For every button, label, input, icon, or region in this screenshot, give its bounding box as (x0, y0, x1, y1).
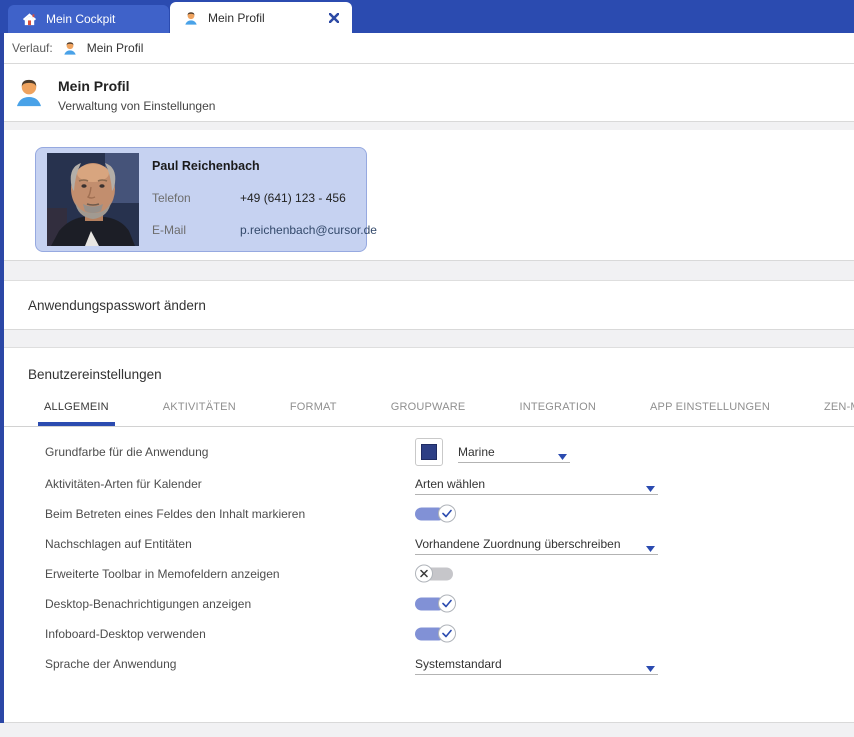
toggle-toolbar-memofelder[interactable] (415, 565, 461, 584)
settings-rows: Grundfarbe für die Anwendung Marine Akti… (0, 435, 854, 679)
password-section-header[interactable]: Anwendungspasswort ändern (0, 280, 854, 330)
tab-mein-cockpit[interactable]: Mein Cockpit (8, 5, 169, 33)
toggle-inhalt-markieren[interactable] (415, 505, 461, 524)
toggle-infoboard-desktop[interactable] (415, 625, 461, 644)
tab-label: Mein Profil (208, 11, 265, 25)
setting-label: Nachschlagen auf Entitäten (45, 537, 192, 551)
color-theme-select[interactable]: Marine (458, 441, 570, 463)
page-subtitle: Verwaltung von Einstellungen (58, 99, 215, 113)
color-swatch-button[interactable] (415, 438, 443, 466)
setting-row-sprache: Sprache der Anwendung Systemstandard (0, 649, 854, 679)
select-value: Systemstandard (415, 657, 502, 671)
tab-label: Mein Cockpit (46, 12, 115, 26)
setting-row-nachschlagen: Nachschlagen auf Entitäten Vorhandene Zu… (0, 529, 854, 559)
setting-row-kalender-arten: Aktivitäten-Arten für Kalender Arten wäh… (0, 469, 854, 499)
chevron-down-icon (646, 541, 655, 555)
color-swatch (421, 444, 437, 460)
email-label: E-Mail (152, 223, 240, 237)
profile-avatar-icon (12, 75, 46, 114)
setting-row-inhalt-markieren: Beim Betreten eines Feldes den Inhalt ma… (0, 499, 854, 529)
setting-label: Grundfarbe für die Anwendung (45, 445, 208, 459)
select-value: Arten wählen (415, 477, 485, 491)
select-value: Vorhandene Zuordnung überschreiben (415, 537, 621, 551)
page-title: Mein Profil (58, 78, 130, 94)
nachschlagen-select[interactable]: Vorhandene Zuordnung überschreiben (415, 533, 658, 555)
setting-label: Erweiterte Toolbar in Memofeldern anzeig… (45, 567, 280, 581)
tab-zen-modus[interactable]: ZEN-MODUS (818, 392, 854, 426)
chevron-down-icon (558, 449, 567, 463)
phone-label: Telefon (152, 191, 240, 205)
profile-photo (47, 153, 139, 246)
tab-mein-profil[interactable]: Mein Profil (170, 2, 352, 33)
tab-integration[interactable]: INTEGRATION (513, 392, 602, 426)
kalender-arten-select[interactable]: Arten wählen (415, 473, 658, 495)
breadcrumb-item-mein-profil[interactable]: Mein Profil (87, 41, 144, 55)
tab-aktivitaeten[interactable]: AKTIVITÄTEN (157, 392, 242, 426)
settings-section: Benutzereinstellungen ALLGEMEIN AKTIVITÄ… (0, 347, 854, 723)
toggle-desktop-benachrichtigungen[interactable] (415, 595, 461, 614)
setting-label: Beim Betreten eines Feldes den Inhalt ma… (45, 507, 305, 521)
setting-label: Aktivitäten-Arten für Kalender (45, 477, 202, 491)
setting-row-grundfarbe: Grundfarbe für die Anwendung Marine (0, 435, 854, 469)
close-icon[interactable] (329, 13, 339, 23)
profile-card[interactable]: Paul Reichenbach Telefon +49 (641) 123 -… (35, 147, 367, 252)
sprache-select[interactable]: Systemstandard (415, 653, 658, 675)
tab-app-einstellungen[interactable]: APP EINSTELLUNGEN (644, 392, 776, 426)
tab-allgemein[interactable]: ALLGEMEIN (38, 392, 115, 426)
contact-name: Paul Reichenbach (152, 159, 377, 173)
person-icon (62, 40, 78, 56)
setting-label: Sprache der Anwendung (45, 657, 176, 671)
person-icon (183, 10, 199, 26)
tab-format[interactable]: FORMAT (284, 392, 343, 426)
email-value[interactable]: p.reichenbach@cursor.de (240, 223, 377, 237)
settings-tab-bar: ALLGEMEIN AKTIVITÄTEN FORMAT GROUPWARE I… (0, 392, 854, 427)
breadcrumb-label: Verlauf: (12, 41, 53, 55)
setting-row-infoboard-desktop: Infoboard-Desktop verwenden (0, 619, 854, 649)
setting-label: Desktop-Benachrichtigungen anzeigen (45, 597, 251, 611)
password-section-title: Anwendungspasswort ändern (28, 298, 206, 313)
chevron-down-icon (646, 481, 655, 495)
tab-groupware[interactable]: GROUPWARE (385, 392, 472, 426)
setting-row-desktop-benachrichtigungen: Desktop-Benachrichtigungen anzeigen (0, 589, 854, 619)
settings-title: Benutzereinstellungen (0, 348, 854, 382)
profile-card-section: Paul Reichenbach Telefon +49 (641) 123 -… (0, 130, 854, 261)
setting-row-toolbar-memofelder: Erweiterte Toolbar in Memofeldern anzeig… (0, 559, 854, 589)
home-icon (22, 12, 37, 27)
select-value: Marine (458, 445, 495, 459)
setting-label: Infoboard-Desktop verwenden (45, 627, 206, 641)
left-accent-stripe (0, 33, 4, 723)
window-tab-bar: Mein Cockpit Mein Profil (0, 0, 854, 33)
chevron-down-icon (646, 661, 655, 675)
page-header: Mein Profil Verwaltung von Einstellungen (0, 64, 854, 122)
breadcrumb: Verlauf: Mein Profil (0, 33, 854, 64)
phone-value: +49 (641) 123 - 456 (240, 191, 346, 205)
